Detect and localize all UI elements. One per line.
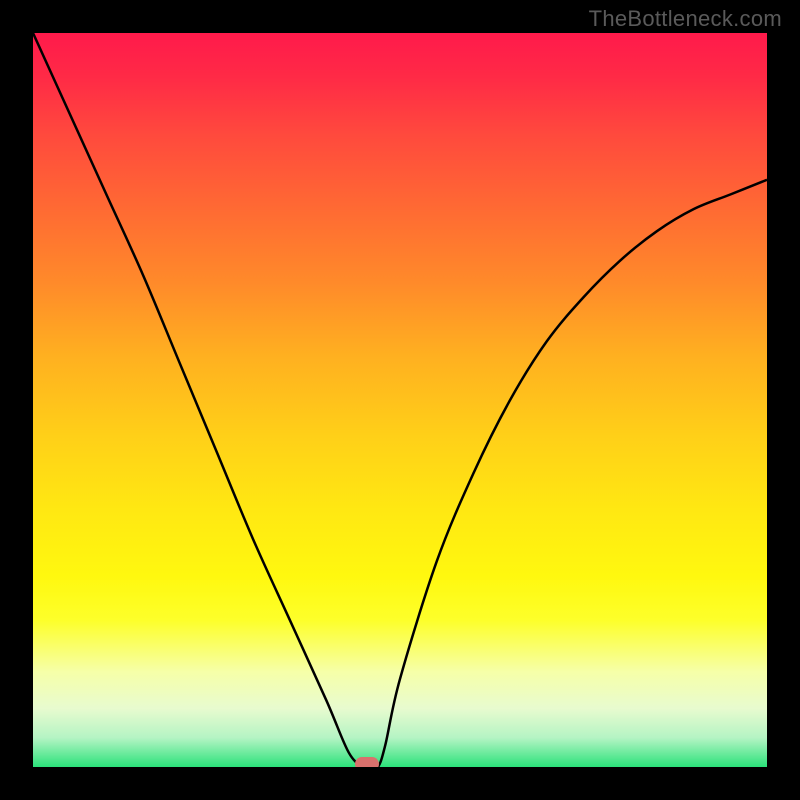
watermark-text: TheBottleneck.com xyxy=(589,6,782,32)
chart-frame: TheBottleneck.com xyxy=(0,0,800,800)
plot-area xyxy=(33,33,767,767)
optimal-marker xyxy=(355,757,379,767)
bottleneck-curve xyxy=(33,33,767,767)
curve-svg xyxy=(33,33,767,767)
